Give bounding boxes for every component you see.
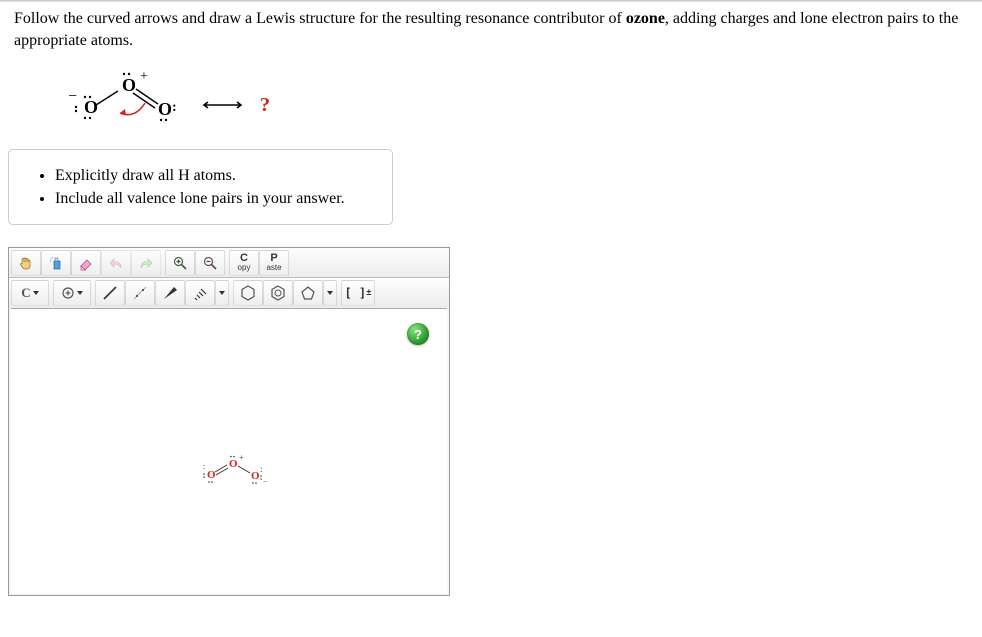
bond-dropdown[interactable] — [215, 280, 229, 306]
cyclohexane-icon[interactable] — [233, 280, 263, 306]
single-bond-icon[interactable] — [95, 280, 125, 306]
svg-text:O: O — [229, 458, 238, 470]
svg-text::: : — [203, 462, 205, 471]
hints-box: Explicitly draw all H atoms. Include all… — [8, 149, 393, 225]
toolbar-row-1: C opy P aste — [9, 248, 449, 278]
wedge-bond-icon[interactable] — [155, 280, 185, 306]
svg-text::: : — [260, 464, 263, 474]
redo-icon[interactable] — [131, 250, 161, 276]
chevron-down-icon — [219, 291, 225, 295]
resonance-question-mark: ? — [260, 94, 270, 116]
user-drawn-structure[interactable]: O : O + O : — [201, 454, 271, 495]
drawing-canvas[interactable]: ? O : O + O — [11, 308, 447, 593]
svg-text:+: + — [239, 454, 244, 462]
hand-tool-icon[interactable] — [11, 250, 41, 276]
paste-small: aste — [266, 264, 281, 272]
svg-text:−: − — [68, 88, 77, 105]
svg-text:O: O — [84, 97, 98, 117]
svg-text:+: + — [140, 71, 148, 84]
svg-text:O: O — [207, 469, 216, 481]
charge-radical-picker[interactable] — [53, 280, 91, 306]
hash-bond-icon[interactable] — [185, 280, 215, 306]
chevron-down-icon — [77, 291, 83, 295]
benzene-icon[interactable] — [263, 280, 293, 306]
eraser-icon[interactable] — [71, 250, 101, 276]
svg-text:O: O — [251, 470, 260, 482]
hint-item: Include all valence lone pairs in your a… — [55, 187, 374, 210]
svg-text:−: − — [263, 477, 268, 486]
chevron-down-icon — [33, 291, 39, 295]
structure-editor: C opy P aste C — [8, 247, 450, 596]
hint-item: Explicitly draw all H atoms. — [55, 164, 374, 187]
question-bold: ozone — [626, 10, 665, 27]
toolbar-row-2: C — [9, 278, 449, 308]
element-picker[interactable]: C — [11, 280, 49, 306]
bracket-charge-button[interactable]: [ ]± — [341, 280, 375, 306]
cyclopentane-icon[interactable] — [293, 280, 323, 306]
copy-small: opy — [238, 264, 251, 272]
question-lead: Follow the curved arrows and draw a Lewi… — [14, 10, 626, 27]
question-text: Follow the curved arrows and draw a Lewi… — [0, 2, 982, 61]
copy-button[interactable]: C opy — [229, 250, 259, 276]
undo-icon[interactable] — [101, 250, 131, 276]
svg-text::: : — [172, 100, 177, 115]
help-icon[interactable]: ? — [407, 323, 429, 345]
chevron-down-icon — [327, 291, 333, 295]
zoom-in-icon[interactable] — [165, 250, 195, 276]
lone-pair-icon[interactable] — [125, 280, 155, 306]
paste-button[interactable]: P aste — [259, 250, 289, 276]
zoom-out-icon[interactable] — [195, 250, 225, 276]
svg-text:O: O — [158, 99, 172, 119]
ring-dropdown[interactable] — [323, 280, 337, 306]
svg-text:O: O — [122, 75, 136, 95]
ozone-prompt-structure: O − O + O : ? — [60, 71, 982, 131]
spray-clean-icon[interactable] — [41, 250, 71, 276]
